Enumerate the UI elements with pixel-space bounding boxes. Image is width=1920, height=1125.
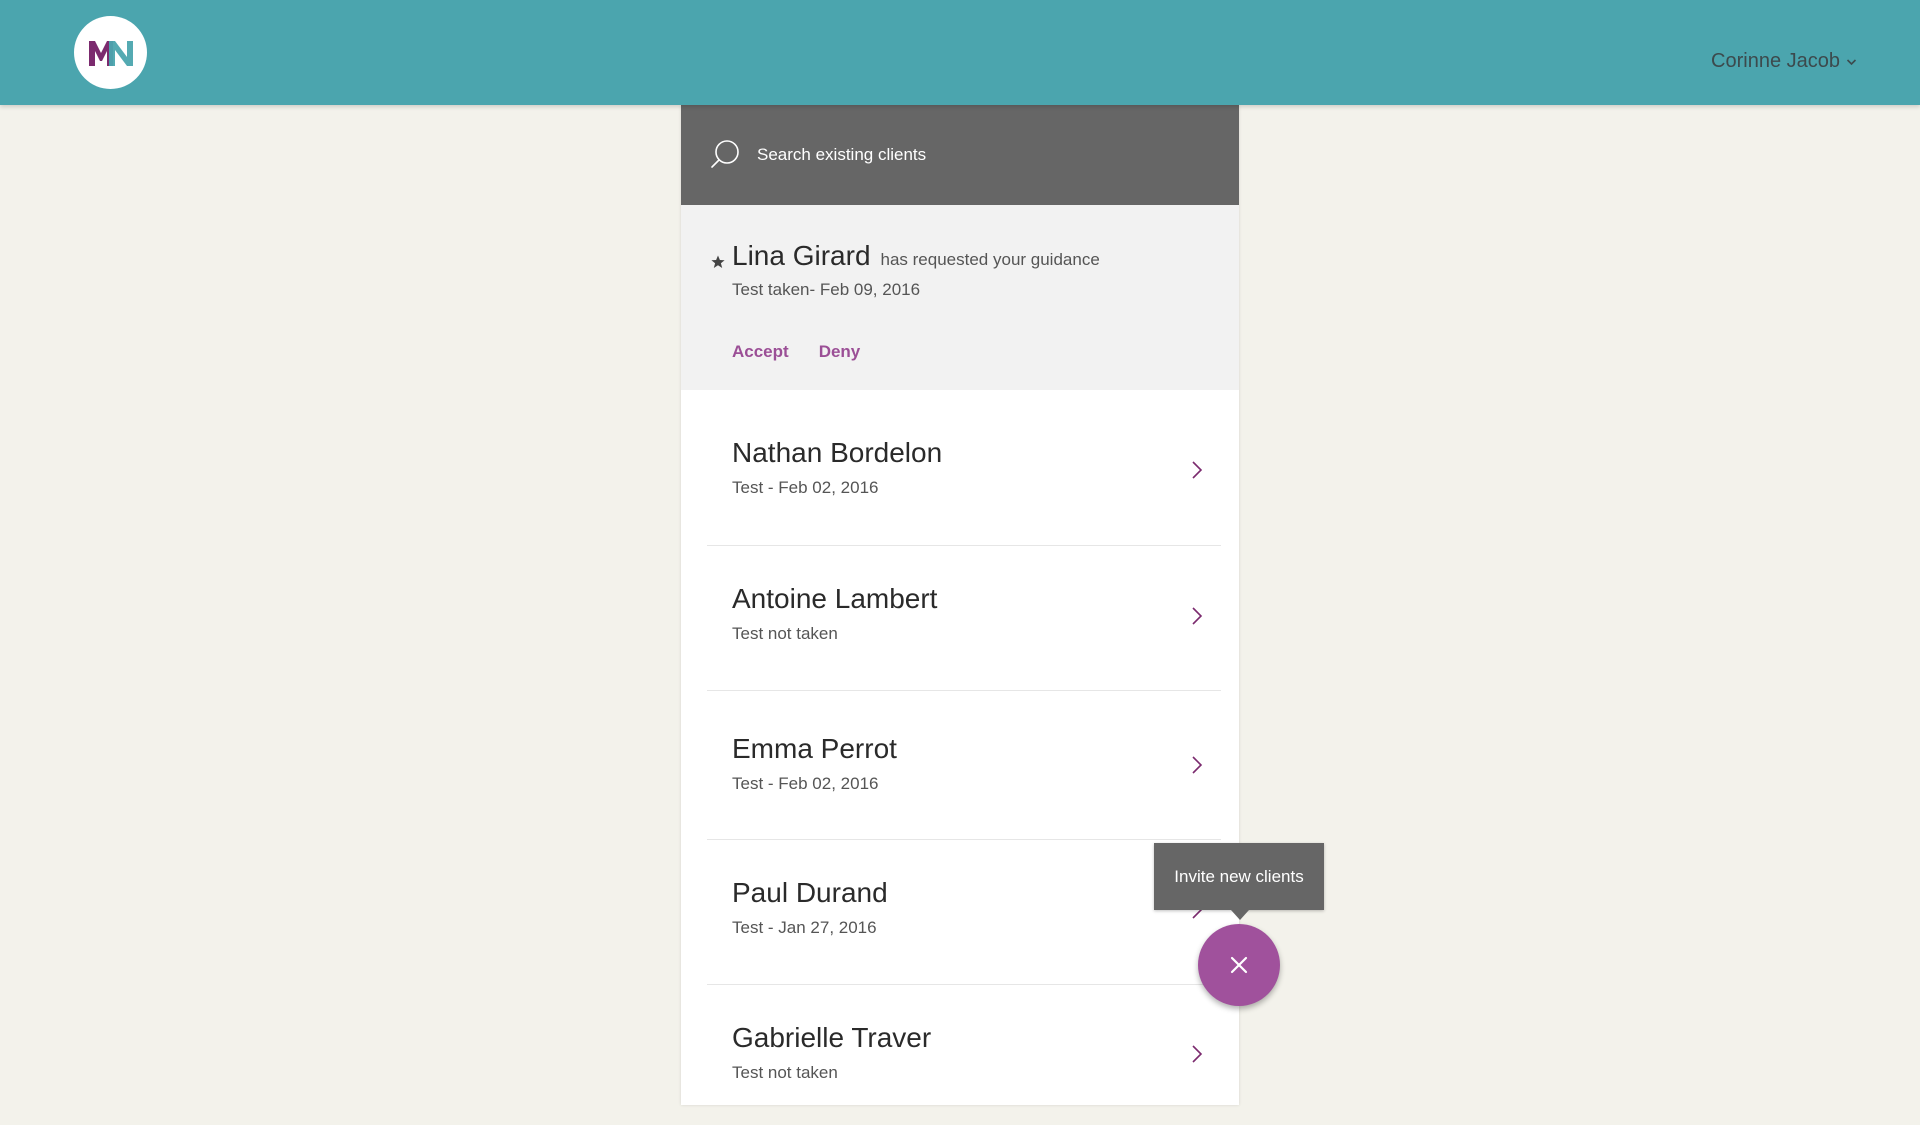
list-item[interactable]: Emma Perrot Test - Feb 02, 2016	[707, 691, 1221, 840]
list-item[interactable]: Antoine Lambert Test not taken	[707, 546, 1221, 691]
deny-button[interactable]: Deny	[819, 342, 861, 362]
chevron-down-icon	[1846, 58, 1857, 65]
guidance-request: Lina Girard has requested your guidance …	[681, 205, 1239, 390]
search-placeholder: Search existing clients	[757, 145, 927, 164]
list-item[interactable]: Paul Durand Test - Jan 27, 2016	[707, 840, 1221, 985]
user-name: Corinne Jacob	[1711, 50, 1840, 72]
client-name: Antoine Lambert	[732, 583, 938, 614]
search-icon	[711, 140, 739, 168]
request-note: has requested your guidance	[880, 250, 1100, 269]
logo-mark	[88, 40, 133, 66]
client-status: Test not taken	[732, 624, 838, 643]
user-menu[interactable]: Corinne Jacob	[1711, 50, 1857, 73]
close-icon	[1230, 956, 1248, 974]
client-name: Paul Durand	[732, 877, 888, 908]
search-bar[interactable]: Search existing clients	[681, 105, 1239, 205]
chevron-right-icon	[1192, 1045, 1203, 1063]
client-name: Nathan Bordelon	[732, 437, 943, 468]
accept-button[interactable]: Accept	[732, 342, 789, 362]
request-client-name: Lina Girard	[732, 240, 871, 271]
client-status: Test not taken	[732, 1063, 838, 1082]
app-logo[interactable]	[74, 16, 147, 89]
clients-panel: Search existing clients Lina Girard has …	[681, 105, 1239, 1105]
chevron-right-icon	[1192, 756, 1203, 774]
client-status: Test - Jan 27, 2016	[732, 918, 877, 937]
chevron-right-icon	[1192, 607, 1203, 625]
request-test-date: Test taken- Feb 09, 2016	[732, 280, 921, 299]
list-item[interactable]: Gabrielle Traver Test not taken	[707, 985, 1221, 1125]
list-item[interactable]: Nathan Bordelon Test - Feb 02, 2016	[707, 390, 1221, 546]
client-name: Emma Perrot	[732, 733, 897, 764]
chevron-right-icon	[1192, 461, 1203, 479]
client-name: Gabrielle Traver	[732, 1022, 932, 1053]
invite-tooltip: Invite new clients	[1154, 843, 1324, 920]
invite-tooltip-text: Invite new clients	[1174, 866, 1304, 886]
invite-clients-button[interactable]	[1198, 924, 1280, 1006]
top-bar: Corinne Jacob	[0, 0, 1920, 105]
client-status: Test - Feb 02, 2016	[732, 478, 879, 497]
client-status: Test - Feb 02, 2016	[732, 774, 879, 793]
star-icon	[711, 255, 725, 268]
